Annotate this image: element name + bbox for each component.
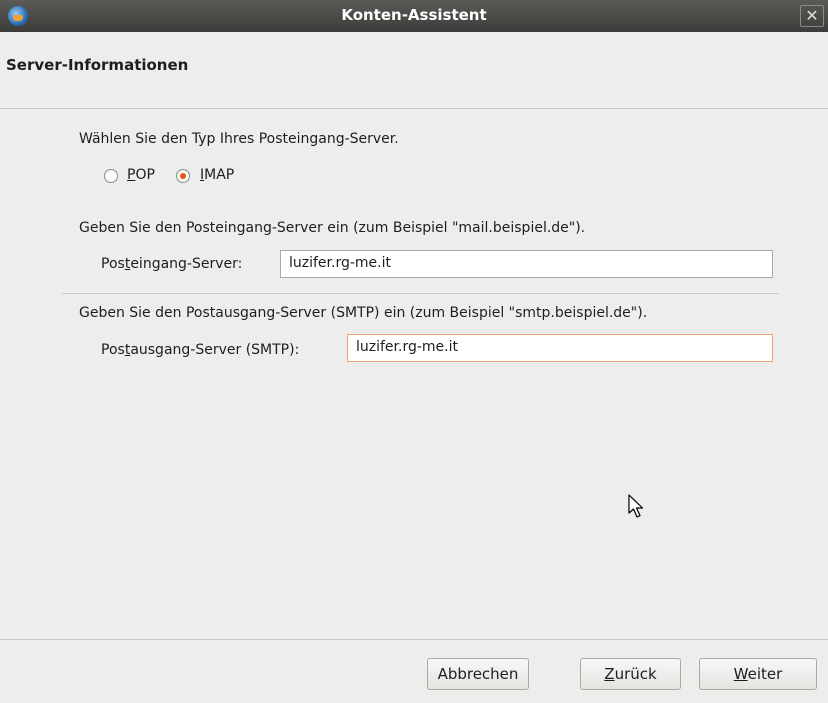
section-divider	[62, 293, 779, 294]
pop-radio[interactable]	[104, 169, 118, 183]
outgoing-server-prompt: Geben Sie den Postausgang-Server (SMTP) …	[79, 305, 648, 321]
outgoing-server-label: Postausgang-Server (SMTP):	[101, 342, 300, 358]
window-title: Konten-Assistent	[341, 6, 487, 24]
page-title: Server-Informationen	[6, 56, 189, 74]
next-button[interactable]: Weiter	[699, 658, 817, 690]
back-button[interactable]: Zurück	[580, 658, 681, 690]
incoming-server-prompt: Geben Sie den Posteingang-Server ein (zu…	[79, 220, 586, 236]
imap-radio[interactable]	[176, 169, 190, 183]
incoming-server-input[interactable]: luzifer.rg-me.it	[280, 250, 773, 278]
wizard-content: Wählen Sie den Typ Ihres Posteingang-Ser…	[0, 109, 828, 639]
button-bar: Abbrechen Zurück Weiter	[0, 639, 828, 703]
server-type-prompt: Wählen Sie den Typ Ihres Posteingang-Ser…	[79, 131, 399, 147]
mouse-pointer-icon	[628, 494, 644, 518]
outgoing-server-input[interactable]: luzifer.rg-me.it	[347, 334, 773, 362]
pop-radio-label[interactable]: POP	[127, 167, 155, 183]
title-bar: Konten-Assistent ✕	[0, 0, 828, 32]
page-header: Server-Informationen	[0, 32, 828, 109]
close-icon[interactable]: ✕	[800, 5, 824, 27]
cancel-button[interactable]: Abbrechen	[427, 658, 529, 690]
imap-radio-label[interactable]: IMAP	[200, 167, 234, 183]
incoming-server-label: Posteingang-Server:	[101, 256, 243, 272]
